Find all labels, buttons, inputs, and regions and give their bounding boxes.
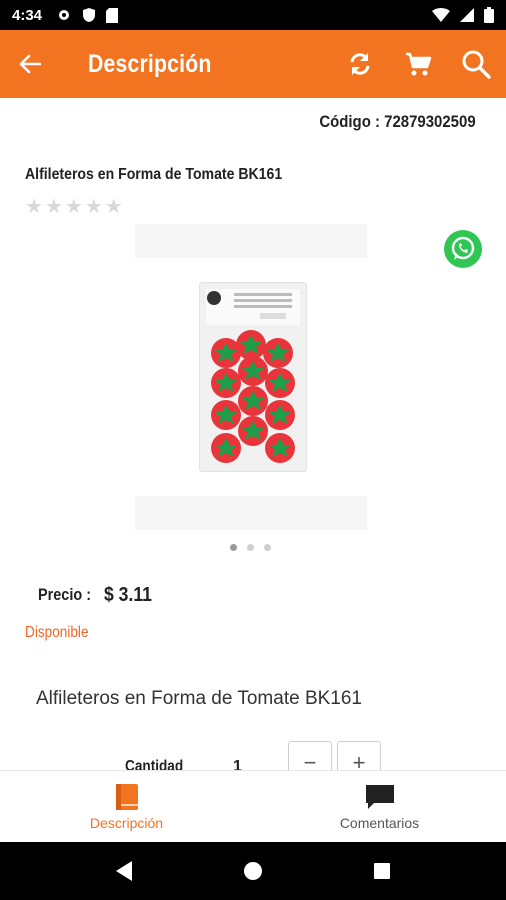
star-icon: ★ (64, 196, 83, 218)
image-placeholder (135, 496, 367, 530)
cart-button[interactable] (396, 42, 440, 86)
product-image[interactable] (199, 282, 307, 472)
tomato-pincushion-image (206, 289, 300, 463)
book-icon (115, 783, 138, 810)
star-icon: ★ (84, 196, 103, 218)
carousel-indicator (230, 544, 271, 551)
star-icon: ★ (104, 196, 123, 218)
comment-icon (365, 784, 394, 809)
back-button[interactable] (0, 30, 60, 98)
tab-descripcion[interactable]: Descripción (0, 771, 253, 842)
sim-card-icon (106, 7, 119, 23)
shield-icon (83, 8, 96, 22)
product-description: Alfileteros en Forma de Tomate BK161 (36, 688, 362, 709)
search-button[interactable] (454, 42, 498, 86)
page-title: Descripción (88, 49, 212, 78)
star-icon: ★ (25, 196, 43, 218)
refresh-icon (350, 53, 370, 75)
carousel-dot[interactable] (230, 544, 237, 551)
recents-square-icon[interactable] (372, 861, 392, 881)
signal-icon (460, 8, 474, 22)
availability-status: Disponible (25, 624, 89, 641)
price-label: Precio : (38, 585, 92, 604)
carousel-dot[interactable] (264, 544, 271, 551)
back-triangle-icon[interactable] (114, 860, 134, 882)
carousel-dot[interactable] (247, 544, 254, 551)
whatsapp-button[interactable] (444, 230, 482, 268)
app-bar: Descripción (0, 30, 506, 98)
product-code: Código : 72879302509 (319, 112, 476, 131)
tab-comentarios[interactable]: Comentarios (253, 771, 506, 842)
status-bar: 4:34 (0, 0, 506, 30)
system-navigation-bar (0, 842, 506, 900)
product-title: Alfileteros en Forma de Tomate BK161 (25, 166, 283, 183)
arrow-left-icon (19, 54, 41, 74)
tab-label: Descripción (89, 814, 164, 831)
price-value: $ 3.11 (104, 584, 152, 606)
image-placeholder (135, 224, 367, 258)
cart-icon (406, 52, 432, 76)
battery-icon (484, 7, 494, 23)
rating-stars[interactable]: ★ ★ ★ ★ ★ (25, 196, 123, 218)
whatsapp-icon (451, 236, 475, 260)
star-icon: ★ (44, 196, 63, 218)
search-icon (462, 50, 491, 79)
settings-icon (59, 10, 70, 20)
bottom-navigation: Descripción Comentarios (0, 770, 506, 842)
home-circle-icon[interactable] (242, 860, 264, 882)
status-time: 4:34 (12, 6, 43, 24)
refresh-button[interactable] (338, 42, 382, 86)
wifi-icon (432, 8, 450, 22)
tab-label: Comentarios (339, 814, 420, 831)
